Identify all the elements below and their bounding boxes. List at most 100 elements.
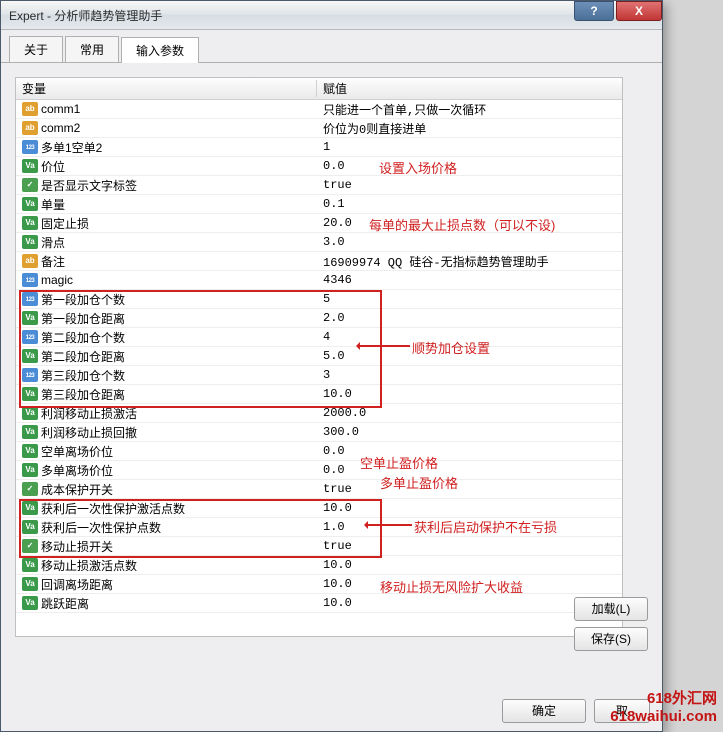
123-type-icon	[22, 273, 38, 287]
param-value[interactable]: 0.0	[317, 159, 622, 173]
table-row[interactable]: 备注16909974 QQ 硅谷-无指标趋势管理助手	[16, 252, 622, 271]
param-value[interactable]: 16909974 QQ 硅谷-无指标趋势管理助手	[317, 253, 622, 270]
titlebar: Expert - 分析师趋势管理助手 ? X	[1, 1, 662, 30]
param-name: 多单1空单2	[41, 139, 317, 156]
table-row[interactable]: 利润移动止损激活2000.0	[16, 404, 622, 423]
va-type-icon	[22, 406, 38, 420]
table-row[interactable]: 多单1空单21	[16, 138, 622, 157]
param-value[interactable]: 10.0	[317, 501, 622, 515]
param-name: comm2	[41, 121, 317, 135]
param-name: 跳跃距离	[41, 595, 317, 612]
param-value[interactable]: 4346	[317, 273, 622, 287]
table-row[interactable]: 第二段加仓距离5.0	[16, 347, 622, 366]
param-value[interactable]: 3.0	[317, 235, 622, 249]
param-value[interactable]: 4	[317, 330, 622, 344]
tab-inputs[interactable]: 输入参数	[121, 37, 199, 63]
table-row[interactable]: 跳跃距离10.0	[16, 594, 622, 613]
param-name: 第三段加仓距离	[41, 386, 317, 403]
param-name: 移动止损开关	[41, 538, 317, 555]
va-type-icon	[22, 558, 38, 572]
param-name: 成本保护开关	[41, 481, 317, 498]
va-type-icon	[22, 520, 38, 534]
table-row[interactable]: 价位0.0	[16, 157, 622, 176]
param-value[interactable]: 0.1	[317, 197, 622, 211]
param-value[interactable]: 价位为0则直接进单	[317, 120, 622, 137]
tab-common[interactable]: 常用	[65, 36, 119, 62]
param-value[interactable]: true	[317, 178, 622, 192]
param-value[interactable]: 只能进一个首单,只做一次循环	[317, 101, 622, 118]
table-row[interactable]: comm1只能进一个首单,只做一次循环	[16, 100, 622, 119]
titlebar-buttons: ? X	[574, 1, 662, 29]
table-row[interactable]: 获利后一次性保护点数1.0	[16, 518, 622, 537]
va-type-icon	[22, 596, 38, 610]
save-button[interactable]: 保存(S)	[574, 627, 648, 651]
123-type-icon	[22, 330, 38, 344]
table-row[interactable]: 移动止损开关true	[16, 537, 622, 556]
va-type-icon	[22, 159, 38, 173]
table-row[interactable]: 回调离场距离10.0	[16, 575, 622, 594]
param-value[interactable]: 0.0	[317, 463, 622, 477]
param-value[interactable]: 10.0	[317, 558, 622, 572]
header-value[interactable]: 赋值	[317, 80, 622, 97]
param-value[interactable]: 2000.0	[317, 406, 622, 420]
param-name: 滑点	[41, 234, 317, 251]
param-value[interactable]: 1.0	[317, 520, 622, 534]
param-name: 第二段加仓距离	[41, 348, 317, 365]
tab-about[interactable]: 关于	[9, 36, 63, 62]
param-value[interactable]: 2.0	[317, 311, 622, 325]
load-button[interactable]: 加载(L)	[574, 597, 648, 621]
param-value[interactable]: 300.0	[317, 425, 622, 439]
table-row[interactable]: 第二段加仓个数4	[16, 328, 622, 347]
param-name: 第一段加仓个数	[41, 291, 317, 308]
123-type-icon	[22, 140, 38, 154]
window-title: Expert - 分析师趋势管理助手	[9, 7, 162, 24]
help-button[interactable]: ?	[574, 1, 614, 21]
watermark-line2: 618waihui.com	[610, 708, 717, 726]
param-name: magic	[41, 273, 317, 287]
param-value[interactable]: true	[317, 482, 622, 496]
table-row[interactable]: 移动止损激活点数10.0	[16, 556, 622, 575]
ab-type-icon	[22, 121, 38, 135]
param-name: 第三段加仓个数	[41, 367, 317, 384]
watermark-line1: 618外汇网	[610, 690, 717, 708]
table-row[interactable]: 单量0.1	[16, 195, 622, 214]
table-row[interactable]: 第三段加仓个数3	[16, 366, 622, 385]
table-row[interactable]: magic4346	[16, 271, 622, 290]
param-value[interactable]: 20.0	[317, 216, 622, 230]
123-type-icon	[22, 368, 38, 382]
tf-type-icon	[22, 482, 38, 496]
dialog-window: Expert - 分析师趋势管理助手 ? X 关于 常用 输入参数 变量 赋值 …	[0, 0, 663, 732]
table-row[interactable]: 第一段加仓距离2.0	[16, 309, 622, 328]
close-button[interactable]: X	[616, 1, 662, 21]
param-value[interactable]: 5.0	[317, 349, 622, 363]
va-type-icon	[22, 235, 38, 249]
param-value[interactable]: 10.0	[317, 387, 622, 401]
param-value[interactable]: 10.0	[317, 577, 622, 591]
header-variable[interactable]: 变量	[16, 80, 317, 97]
tf-type-icon	[22, 539, 38, 553]
param-value[interactable]: 0.0	[317, 444, 622, 458]
table-row[interactable]: 空单离场价位0.0	[16, 442, 622, 461]
table-row[interactable]: 利润移动止损回撤300.0	[16, 423, 622, 442]
ok-button[interactable]: 确定	[502, 699, 586, 723]
table-row[interactable]: 多单离场价位0.0	[16, 461, 622, 480]
param-value[interactable]: 3	[317, 368, 622, 382]
table-row[interactable]: 是否显示文字标签true	[16, 176, 622, 195]
param-name: 备注	[41, 253, 317, 270]
param-value[interactable]: true	[317, 539, 622, 553]
param-name: comm1	[41, 102, 317, 116]
grid-body: comm1只能进一个首单,只做一次循环comm2价位为0则直接进单多单1空单21…	[16, 100, 622, 613]
param-value[interactable]: 1	[317, 140, 622, 154]
table-row[interactable]: 滑点3.0	[16, 233, 622, 252]
table-row[interactable]: 成本保护开关true	[16, 480, 622, 499]
table-row[interactable]: comm2价位为0则直接进单	[16, 119, 622, 138]
ab-type-icon	[22, 254, 38, 268]
va-type-icon	[22, 501, 38, 515]
table-row[interactable]: 第一段加仓个数5	[16, 290, 622, 309]
table-row[interactable]: 固定止损20.0	[16, 214, 622, 233]
table-row[interactable]: 获利后一次性保护激活点数10.0	[16, 499, 622, 518]
param-name: 获利后一次性保护激活点数	[41, 500, 317, 517]
param-value[interactable]: 5	[317, 292, 622, 306]
table-row[interactable]: 第三段加仓距离10.0	[16, 385, 622, 404]
va-type-icon	[22, 197, 38, 211]
